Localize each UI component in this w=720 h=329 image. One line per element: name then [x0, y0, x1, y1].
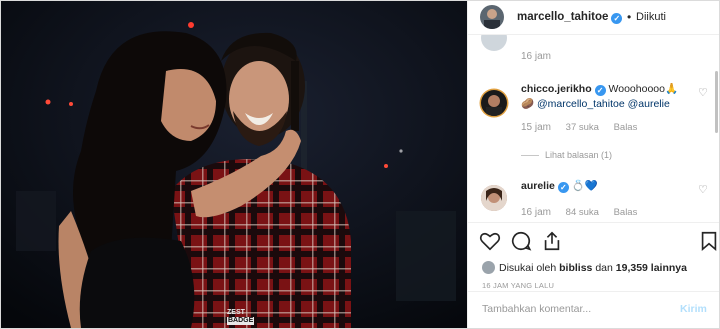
- add-comment-input[interactable]: [480, 302, 674, 316]
- post-photo[interactable]: ZEST BADGE: [1, 1, 467, 328]
- likes-middle: dan: [595, 262, 613, 274]
- mention-link[interactable]: @marcello_tahitoe: [537, 98, 625, 110]
- likes-summary: Disukai oleh bibliss dan 19,359 lainnya: [482, 261, 687, 274]
- comments-scrollbar[interactable]: [715, 71, 718, 133]
- liker-avatar[interactable]: [482, 261, 495, 274]
- comment-like-heart-icon[interactable]: ♡: [698, 183, 708, 196]
- instagram-post: ZEST BADGE marcello_tahitoe ✓ • Diikuti 1…: [0, 0, 720, 329]
- likes-count[interactable]: 19,359 lainnya: [616, 262, 687, 274]
- comment-emoji: 🥔: [521, 98, 535, 110]
- comment-username[interactable]: chicco.jerikho: [521, 83, 592, 95]
- save-bookmark-icon[interactable]: [698, 230, 720, 252]
- comments-list[interactable]: 16 jam chicco.jerikho ✓ Wooohoooo🙏 🥔 @mar…: [468, 35, 719, 222]
- post-timestamp: 16 JAM YANG LALU: [482, 281, 555, 290]
- photo-watermark: ZEST BADGE: [227, 309, 255, 325]
- post-actions: Disukai oleh bibliss dan 19,359 lainnya …: [468, 222, 720, 291]
- comment-bubble-icon[interactable]: [510, 230, 532, 252]
- verified-badge-icon: ✓: [594, 85, 606, 96]
- comment-username[interactable]: aurelie: [521, 180, 555, 192]
- comment-time: 16 jam: [521, 207, 552, 218]
- reply-button[interactable]: Balas: [614, 122, 638, 133]
- comment-avatar[interactable]: [481, 185, 507, 211]
- mention-link[interactable]: @aurelie: [628, 98, 670, 110]
- post-sidebar: marcello_tahitoe ✓ • Diikuti 16 jam chicc…: [467, 1, 720, 328]
- post-header: marcello_tahitoe ✓ • Diikuti: [468, 1, 719, 35]
- comment-time: 16 jam: [521, 51, 552, 62]
- likes-prefix: Disukai oleh: [499, 262, 557, 274]
- comment-body: chicco.jerikho ✓ Wooohoooo🙏 🥔 @marcello_t…: [521, 82, 697, 112]
- comment-text: Wooohoooo🙏: [608, 83, 679, 95]
- comment-like-heart-icon[interactable]: ♡: [698, 86, 708, 99]
- comment-meta: 15 jam 37 suka Balas: [521, 122, 649, 133]
- comment-meta: 16 jam 84 suka Balas: [521, 207, 649, 218]
- comment-avatar[interactable]: [481, 90, 507, 116]
- author-avatar[interactable]: [480, 5, 504, 29]
- add-comment-bar: Kirim: [468, 291, 719, 328]
- reply-button[interactable]: Balas: [614, 207, 638, 218]
- separator-dot: •: [627, 10, 632, 24]
- author-username[interactable]: marcello_tahitoe: [517, 11, 608, 23]
- comment-text: 💍💙: [571, 180, 598, 192]
- comment-time: 15 jam: [521, 122, 552, 133]
- following-button[interactable]: Diikuti: [636, 11, 666, 23]
- view-replies-label: Lihat balasan (1): [545, 150, 613, 160]
- share-icon[interactable]: [541, 230, 563, 252]
- verified-badge-icon: ✓: [557, 182, 569, 193]
- post-comment-button[interactable]: Kirim: [680, 303, 707, 315]
- comment-likes[interactable]: 37 suka: [566, 122, 599, 133]
- comment-avatar[interactable]: [481, 35, 507, 51]
- verified-badge-icon: ✓: [611, 13, 623, 24]
- background-light: [188, 22, 194, 28]
- view-replies-button[interactable]: Lihat balasan (1): [521, 150, 612, 160]
- post-photo-image: [1, 1, 467, 328]
- replies-divider: [521, 155, 539, 157]
- comment-likes[interactable]: 84 suka: [566, 207, 599, 218]
- comment-body: aurelie ✓ 💍💙: [521, 179, 697, 194]
- like-heart-icon[interactable]: [479, 230, 501, 252]
- liker-username[interactable]: bibliss: [559, 262, 592, 274]
- author-username-row[interactable]: marcello_tahitoe ✓: [517, 11, 623, 24]
